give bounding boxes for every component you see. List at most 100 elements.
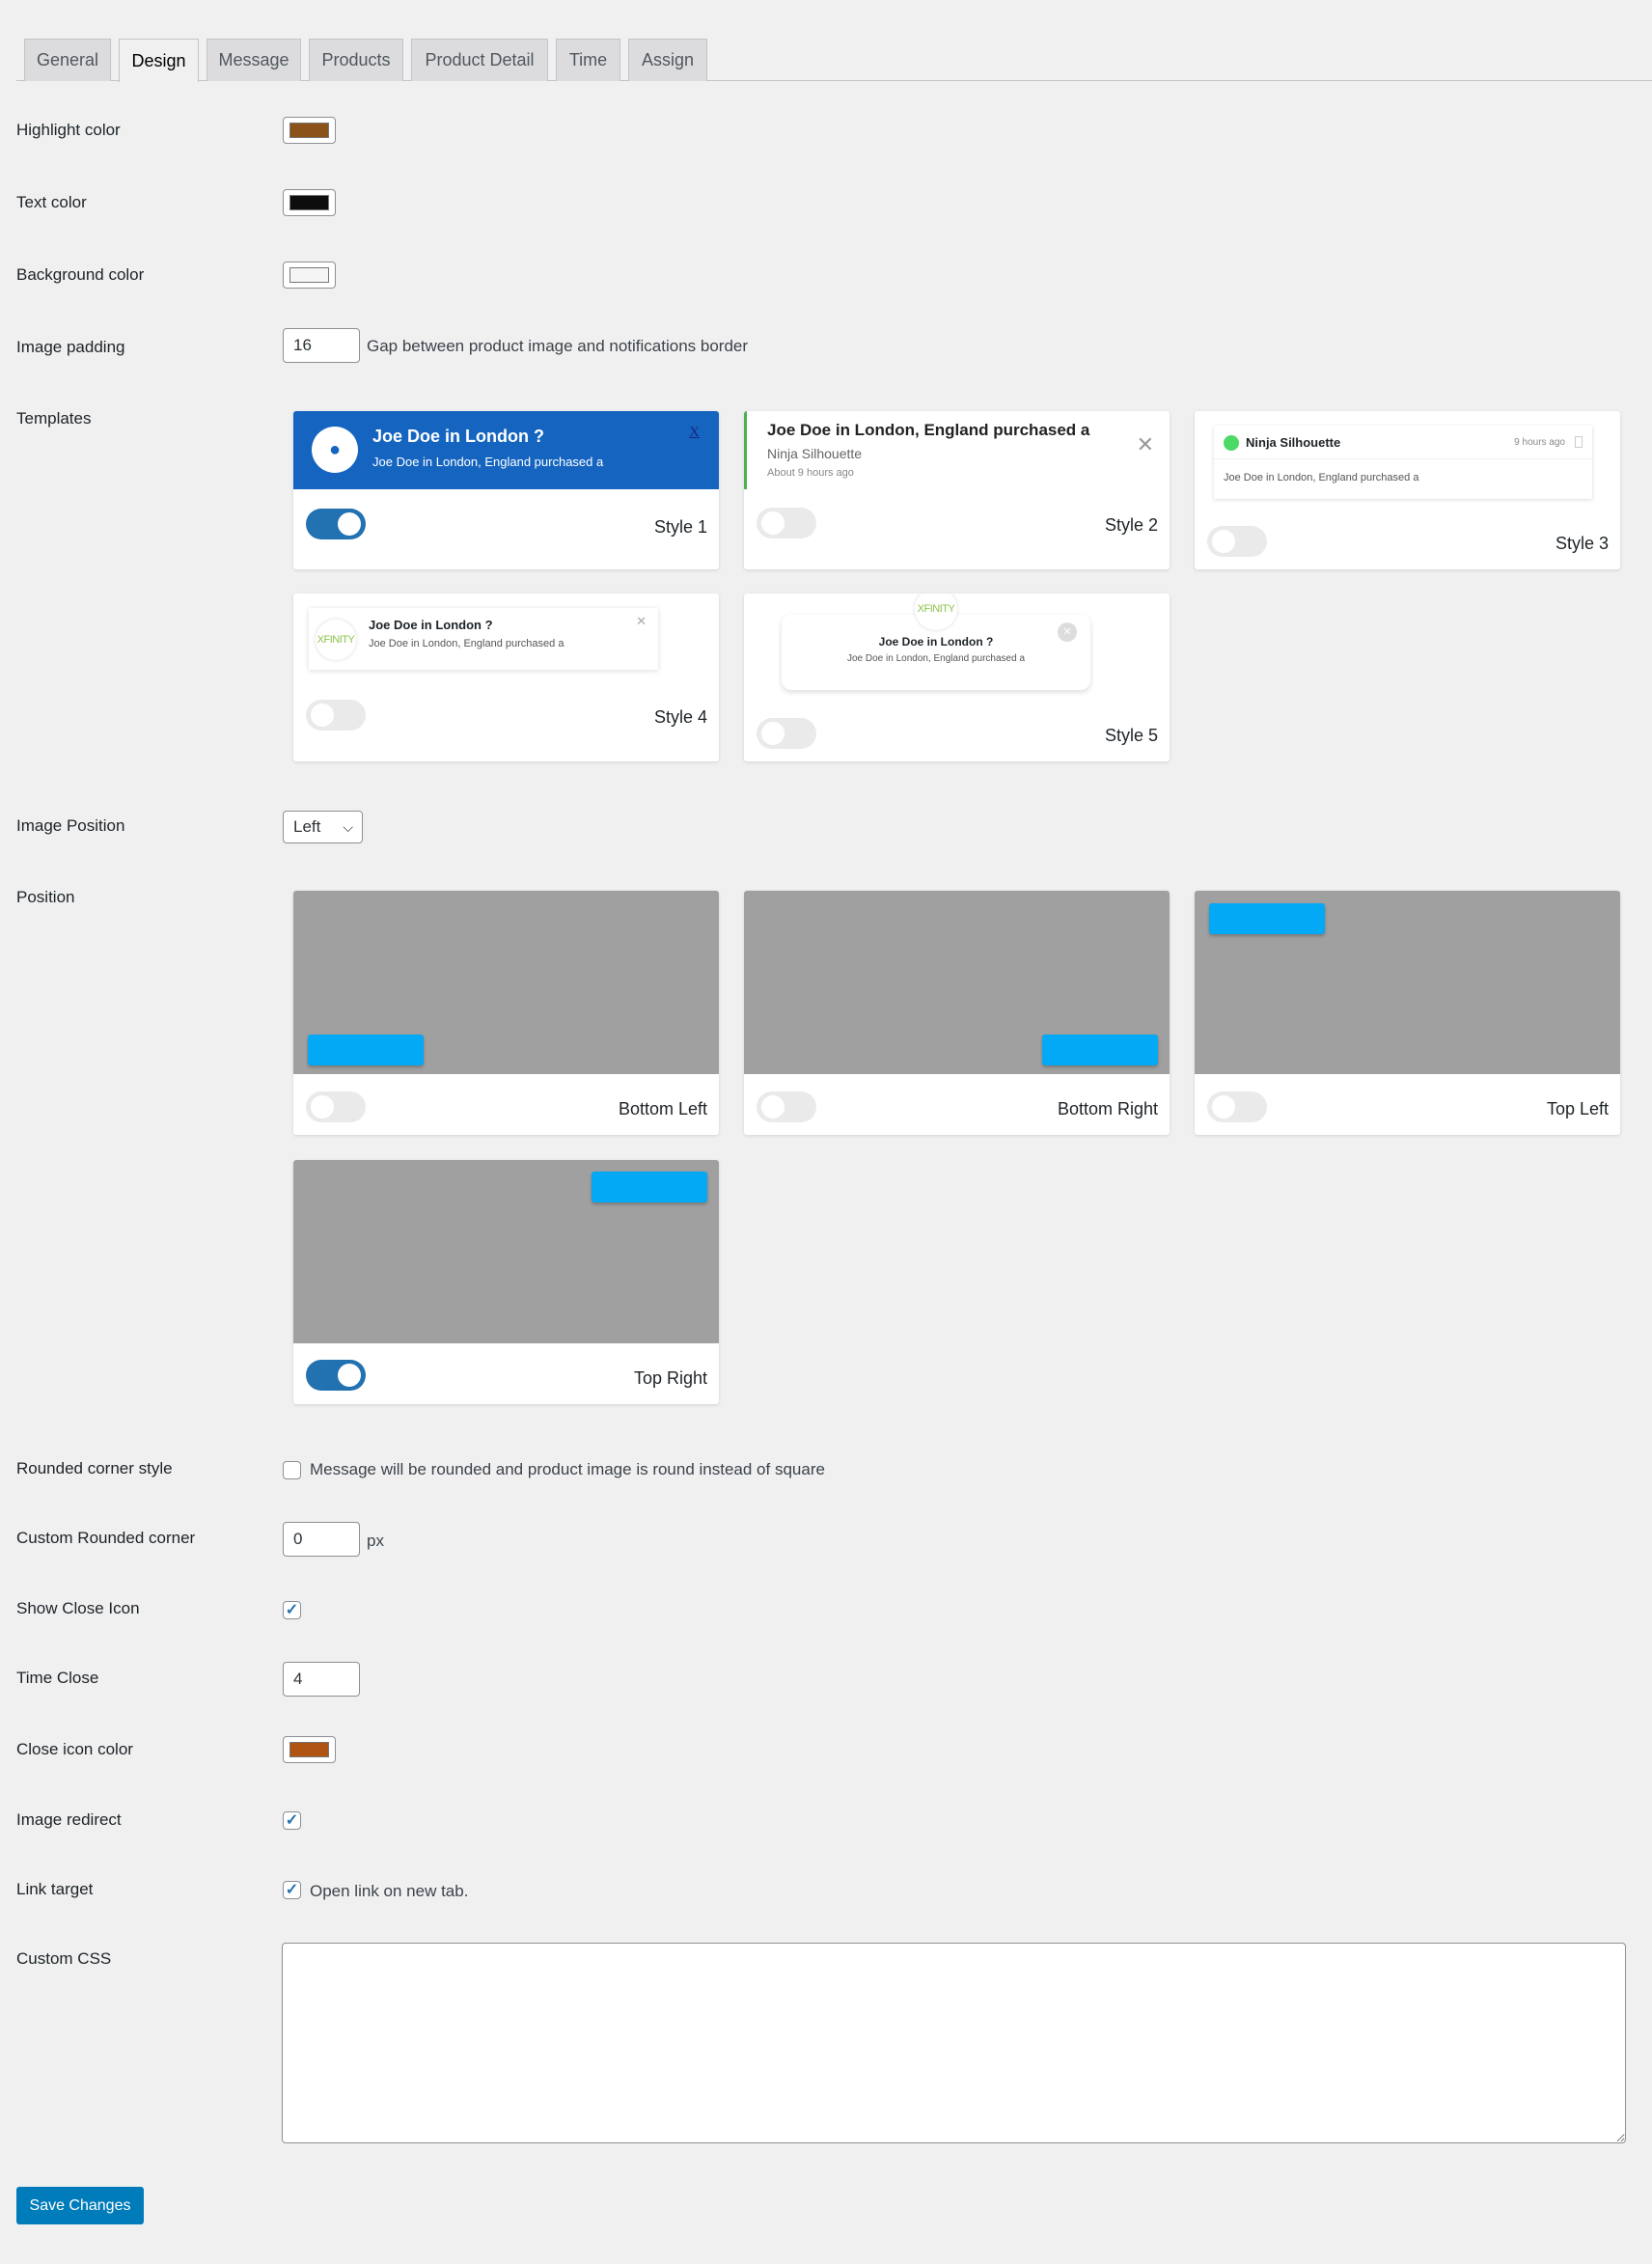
rounded-corner-label: Rounded corner style: [16, 1459, 173, 1477]
notification-placeholder: [1209, 903, 1325, 934]
background-color-picker[interactable]: [283, 262, 336, 289]
position-preview: [293, 1160, 719, 1343]
time-close-input[interactable]: 4: [283, 1662, 360, 1697]
style-2-label: Style 2: [1104, 515, 1158, 535]
style-4-text: Joe Doe in London, England purchased a: [369, 638, 564, 649]
link-target-label: Link target: [16, 1880, 94, 1898]
style-4-toggle[interactable]: [306, 700, 366, 731]
image-redirect-checkbox[interactable]: ✓: [283, 1811, 301, 1830]
show-close-icon-checkbox[interactable]: ✓: [283, 1601, 301, 1619]
template-card-style-4[interactable]: XFINITY Joe Doe in London ? Joe Doe in L…: [293, 594, 719, 761]
custom-css-label: Custom CSS: [16, 1949, 112, 1968]
tab-products[interactable]: Products: [309, 39, 403, 81]
text-color-swatch: [289, 195, 329, 210]
bottom-right-label: Bottom Right: [1057, 1099, 1158, 1118]
style-1-label: Style 1: [653, 517, 707, 537]
style-2-title: Joe Doe in London, England purchased a: [767, 421, 1090, 439]
style-2-name: Ninja Silhouette: [767, 446, 863, 461]
style-1-title: Joe Doe in London ?: [372, 427, 544, 446]
notification-placeholder: [308, 1035, 424, 1065]
chevron-down-icon: ⌵: [343, 819, 353, 835]
notification-placeholder: [592, 1172, 707, 1202]
user-avatar-icon: ●: [312, 427, 358, 473]
style-3-toggle[interactable]: [1207, 526, 1267, 557]
position-preview: [1195, 891, 1620, 1074]
tab-product-detail[interactable]: Product Detail: [411, 39, 548, 81]
custom-css-textarea[interactable]: [282, 1943, 1626, 2143]
rounded-corner-checkbox[interactable]: [283, 1461, 301, 1479]
tab-assign[interactable]: Assign: [628, 39, 707, 81]
notification-placeholder: [1042, 1035, 1158, 1065]
style-5-text: Joe Doe in London, England purchased a: [846, 653, 1026, 664]
link-target-checkbox[interactable]: ✓: [283, 1881, 301, 1899]
close-icon: ✕: [1058, 622, 1077, 642]
template-card-style-3[interactable]: Ninja Silhouette 9 hours ago Joe Doe in …: [1195, 411, 1620, 569]
top-left-toggle[interactable]: [1207, 1091, 1267, 1122]
tab-design[interactable]: Design: [119, 39, 199, 82]
position-label: Position: [16, 888, 75, 906]
tab-general[interactable]: General: [24, 39, 111, 81]
show-close-icon-label: Show Close Icon: [16, 1599, 140, 1617]
style-5-toggle[interactable]: [757, 718, 816, 749]
tab-message[interactable]: Message: [206, 39, 301, 81]
image-padding-label: Image padding: [16, 338, 125, 356]
background-color-label: Background color: [16, 265, 145, 284]
image-position-value: Left: [293, 817, 321, 836]
position-card-bottom-right[interactable]: Bottom Right: [744, 891, 1170, 1135]
style-3-label: Style 3: [1555, 534, 1609, 553]
close-icon: ✕: [636, 614, 647, 628]
style-1-preview: ● Joe Doe in London ? Joe Doe in London,…: [293, 411, 719, 489]
style-3-preview: Ninja Silhouette 9 hours ago Joe Doe in …: [1214, 426, 1592, 499]
template-card-style-1[interactable]: ● Joe Doe in London ? Joe Doe in London,…: [293, 411, 719, 569]
highlight-color-picker[interactable]: [283, 117, 336, 144]
position-card-bottom-left[interactable]: Bottom Left: [293, 891, 719, 1135]
custom-rounded-input[interactable]: 0: [283, 1522, 360, 1557]
style-5-label: Style 5: [1104, 726, 1158, 745]
brand-logo: XFINITY: [316, 620, 356, 660]
image-position-select[interactable]: Left ⌵: [283, 811, 363, 843]
style-3-text: Joe Doe in London, England purchased a: [1224, 472, 1419, 483]
top-left-label: Top Left: [1546, 1099, 1609, 1118]
style-2-accent-bar: [744, 411, 747, 489]
template-card-style-5[interactable]: Joe Doe in London ? Joe Doe in London, E…: [744, 594, 1170, 761]
close-icon: [1575, 436, 1583, 448]
link-target-description: Open link on new tab.: [310, 1882, 469, 1900]
position-card-top-right[interactable]: Top Right: [293, 1160, 719, 1404]
style-2-toggle[interactable]: [757, 508, 816, 538]
tab-time[interactable]: Time: [556, 39, 620, 81]
rounded-corner-description: Message will be rounded and product imag…: [310, 1460, 825, 1478]
style-1-text: Joe Doe in London, England purchased a: [372, 455, 604, 469]
style-4-title: Joe Doe in London ?: [369, 618, 493, 632]
close-icon-color-label: Close icon color: [16, 1740, 133, 1758]
close-icon: X: [689, 425, 700, 440]
highlight-color-swatch: [289, 123, 329, 138]
background-color-swatch: [289, 267, 329, 283]
custom-rounded-unit: px: [367, 1532, 384, 1550]
image-redirect-label: Image redirect: [16, 1810, 122, 1829]
style-5-title: Joe Doe in London ?: [878, 635, 994, 649]
save-changes-button[interactable]: Save Changes: [16, 2187, 144, 2224]
image-padding-input[interactable]: 16: [283, 328, 360, 363]
time-close-label: Time Close: [16, 1669, 99, 1687]
custom-rounded-label: Custom Rounded corner: [16, 1529, 196, 1547]
style-3-name: Ninja Silhouette: [1246, 435, 1341, 450]
top-right-label: Top Right: [633, 1368, 707, 1388]
top-right-toggle[interactable]: [306, 1360, 366, 1391]
position-preview: [293, 891, 719, 1074]
style-2-time: About 9 hours ago: [767, 467, 854, 479]
template-card-style-2[interactable]: Joe Doe in London, England purchased a N…: [744, 411, 1170, 569]
highlight-color-label: Highlight color: [16, 121, 121, 139]
close-icon-color-picker[interactable]: [283, 1736, 336, 1763]
bottom-right-toggle[interactable]: [757, 1091, 816, 1122]
position-card-top-left[interactable]: Top Left: [1195, 891, 1620, 1135]
image-position-label: Image Position: [16, 816, 125, 835]
bottom-left-toggle[interactable]: [306, 1091, 366, 1122]
close-icon-color-swatch: [289, 1742, 329, 1757]
text-color-picker[interactable]: [283, 189, 336, 216]
position-preview: [744, 891, 1170, 1074]
templates-label: Templates: [16, 409, 92, 428]
style-1-toggle[interactable]: [306, 509, 366, 539]
style-4-preview: XFINITY Joe Doe in London ? Joe Doe in L…: [309, 608, 658, 670]
style-4-label: Style 4: [653, 707, 707, 727]
close-icon: ✕: [1136, 432, 1154, 456]
